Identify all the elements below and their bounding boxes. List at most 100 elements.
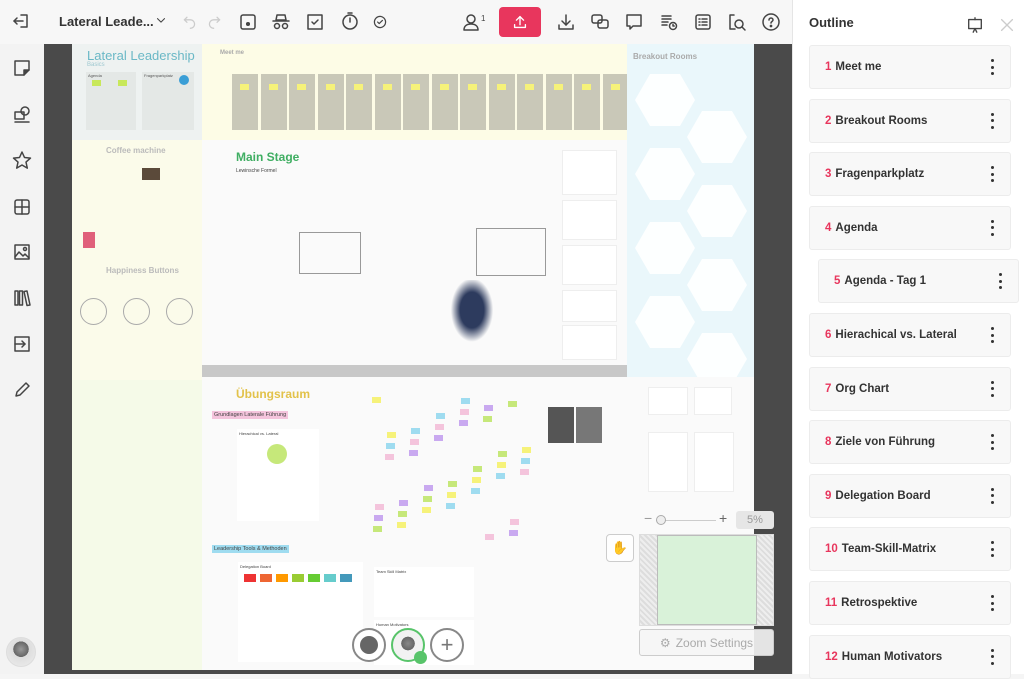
minimap[interactable]	[639, 534, 774, 626]
sticky-note[interactable]	[509, 530, 518, 536]
select-icon[interactable]	[305, 12, 325, 32]
sticky-note[interactable]	[484, 405, 493, 411]
meet-me-column[interactable]	[431, 74, 458, 130]
hierarchical-frame[interactable]: Hierachical vs. Lateral	[237, 429, 319, 521]
neutral-face-icon[interactable]	[123, 298, 150, 325]
more-options-icon[interactable]	[990, 166, 994, 183]
sticky-note[interactable]	[354, 84, 363, 90]
breakout-rooms-frame[interactable]: Breakout Rooms	[627, 44, 754, 385]
sticky-note[interactable]	[521, 458, 530, 464]
more-options-icon[interactable]	[990, 541, 994, 558]
sticky-note[interactable]	[387, 432, 396, 438]
breakout-room[interactable]	[687, 185, 747, 237]
outline-item[interactable]: 7 Org Chart	[809, 366, 1011, 411]
sticky-note[interactable]	[409, 450, 418, 456]
sticky-note[interactable]	[373, 526, 382, 532]
library-icon[interactable]	[10, 286, 34, 310]
minimap-viewport[interactable]	[657, 535, 757, 625]
sticky-note[interactable]	[436, 413, 445, 419]
sticky-note[interactable]	[472, 477, 481, 483]
sticky-note[interactable]	[375, 504, 384, 510]
fragenparkplatz-frame[interactable]: Fragenparkplatz	[142, 72, 194, 130]
main-stage-frame[interactable]: Main Stage Lewinsche Formel	[202, 140, 627, 365]
sticky-note[interactable]	[610, 84, 620, 90]
uebungsraum-frame[interactable]: Übungsraum Grundlagen Laterale Führung H…	[202, 377, 754, 670]
sticky-note[interactable]	[448, 481, 457, 487]
outline-item[interactable]: 9 Delegation Board	[809, 473, 1011, 518]
check-circle-icon[interactable]	[372, 14, 388, 30]
sticky-note[interactable]	[422, 507, 431, 513]
more-options-icon[interactable]	[990, 327, 994, 343]
sticky-note[interactable]	[423, 496, 432, 502]
more-options-icon[interactable]	[990, 59, 994, 75]
sticky-note[interactable]	[497, 462, 506, 468]
board-canvas[interactable]: Lateral Leadership Basics Agenda Fragenp…	[44, 44, 792, 674]
import-icon[interactable]	[10, 332, 34, 356]
sticky-note[interactable]	[508, 401, 517, 407]
activity-icon[interactable]	[659, 12, 679, 32]
delegation-card[interactable]	[292, 574, 304, 582]
meet-me-column[interactable]	[289, 74, 315, 130]
sticky-note[interactable]	[582, 84, 591, 90]
more-options-icon[interactable]	[990, 487, 994, 504]
more-options-icon[interactable]	[990, 380, 994, 397]
delegation-board-frame[interactable]: Delegation Board	[238, 562, 363, 662]
sticky-note[interactable]	[434, 435, 443, 441]
incognito-icon[interactable]	[271, 12, 291, 32]
sticky-note[interactable]	[483, 416, 492, 422]
sticky-note[interactable]	[447, 492, 456, 498]
meet-me-frame[interactable]: Meet me	[202, 44, 655, 140]
outline-item[interactable]: 6 Hierachical vs. Lateral	[809, 313, 1011, 357]
sticky-note[interactable]	[461, 398, 470, 404]
agenda-frame[interactable]: Agenda	[86, 72, 136, 130]
outline-item[interactable]: 10 Team-Skill-Matrix	[809, 527, 1011, 572]
redo-icon[interactable]	[206, 13, 223, 30]
export-button[interactable]	[499, 7, 541, 37]
breakout-room[interactable]	[635, 74, 695, 126]
sticky-note[interactable]	[411, 428, 420, 434]
user-avatar-button[interactable]	[391, 628, 427, 664]
timer-icon[interactable]	[340, 11, 360, 31]
breakout-room[interactable]	[687, 111, 747, 163]
intro-frame[interactable]: Lateral Leadership Basics Agenda Fragenp…	[72, 44, 202, 140]
sticky-note[interactable]	[510, 519, 519, 525]
sticky-note[interactable]	[496, 473, 505, 479]
download-icon[interactable]	[556, 12, 576, 32]
chat-icon[interactable]	[590, 12, 610, 32]
meet-me-column[interactable]	[517, 74, 543, 130]
undo-icon[interactable]	[181, 13, 198, 30]
sticky-note[interactable]	[297, 84, 306, 90]
list-icon[interactable]	[693, 12, 713, 32]
board-title[interactable]: Lateral Leade...	[59, 14, 154, 29]
meet-me-column[interactable]	[488, 74, 515, 130]
zoom-slider[interactable]	[656, 515, 716, 525]
outline-item[interactable]: 3 Fragenparkplatz	[809, 152, 1011, 197]
sticky-note[interactable]	[386, 443, 395, 449]
sticky-note[interactable]	[385, 454, 394, 460]
chevron-down-icon[interactable]	[154, 13, 168, 27]
sticky-note[interactable]	[411, 84, 420, 90]
sticky-note[interactable]	[397, 522, 406, 528]
sticky-note[interactable]	[485, 534, 494, 540]
team-skill-matrix-frame[interactable]: Team Skill Matrix	[374, 567, 474, 617]
user-icon[interactable]: 1	[461, 12, 485, 32]
sad-face-icon[interactable]	[166, 298, 193, 325]
sticky-note[interactable]	[374, 515, 383, 521]
breakout-room[interactable]	[687, 259, 747, 311]
outline-item[interactable]: 2 Breakout Rooms	[809, 98, 1011, 143]
sticky-note[interactable]	[439, 84, 449, 90]
outline-item[interactable]: 1 Meet me	[809, 45, 1011, 89]
meet-me-column[interactable]	[260, 74, 287, 130]
happy-face-icon[interactable]	[80, 298, 107, 325]
coffee-frame[interactable]: Coffee machine Happiness Buttons	[72, 140, 202, 380]
breakout-room[interactable]	[635, 148, 695, 200]
sticky-note[interactable]	[446, 503, 455, 509]
reaction-button[interactable]	[352, 628, 386, 662]
sticky-note[interactable]	[118, 80, 127, 86]
meet-me-column[interactable]	[460, 74, 486, 130]
zoom-slider-handle[interactable]	[656, 515, 666, 525]
meet-me-column[interactable]	[602, 74, 629, 130]
shapes-icon[interactable]	[10, 102, 34, 126]
star-icon[interactable]	[10, 148, 34, 172]
more-options-icon[interactable]	[998, 273, 1002, 290]
